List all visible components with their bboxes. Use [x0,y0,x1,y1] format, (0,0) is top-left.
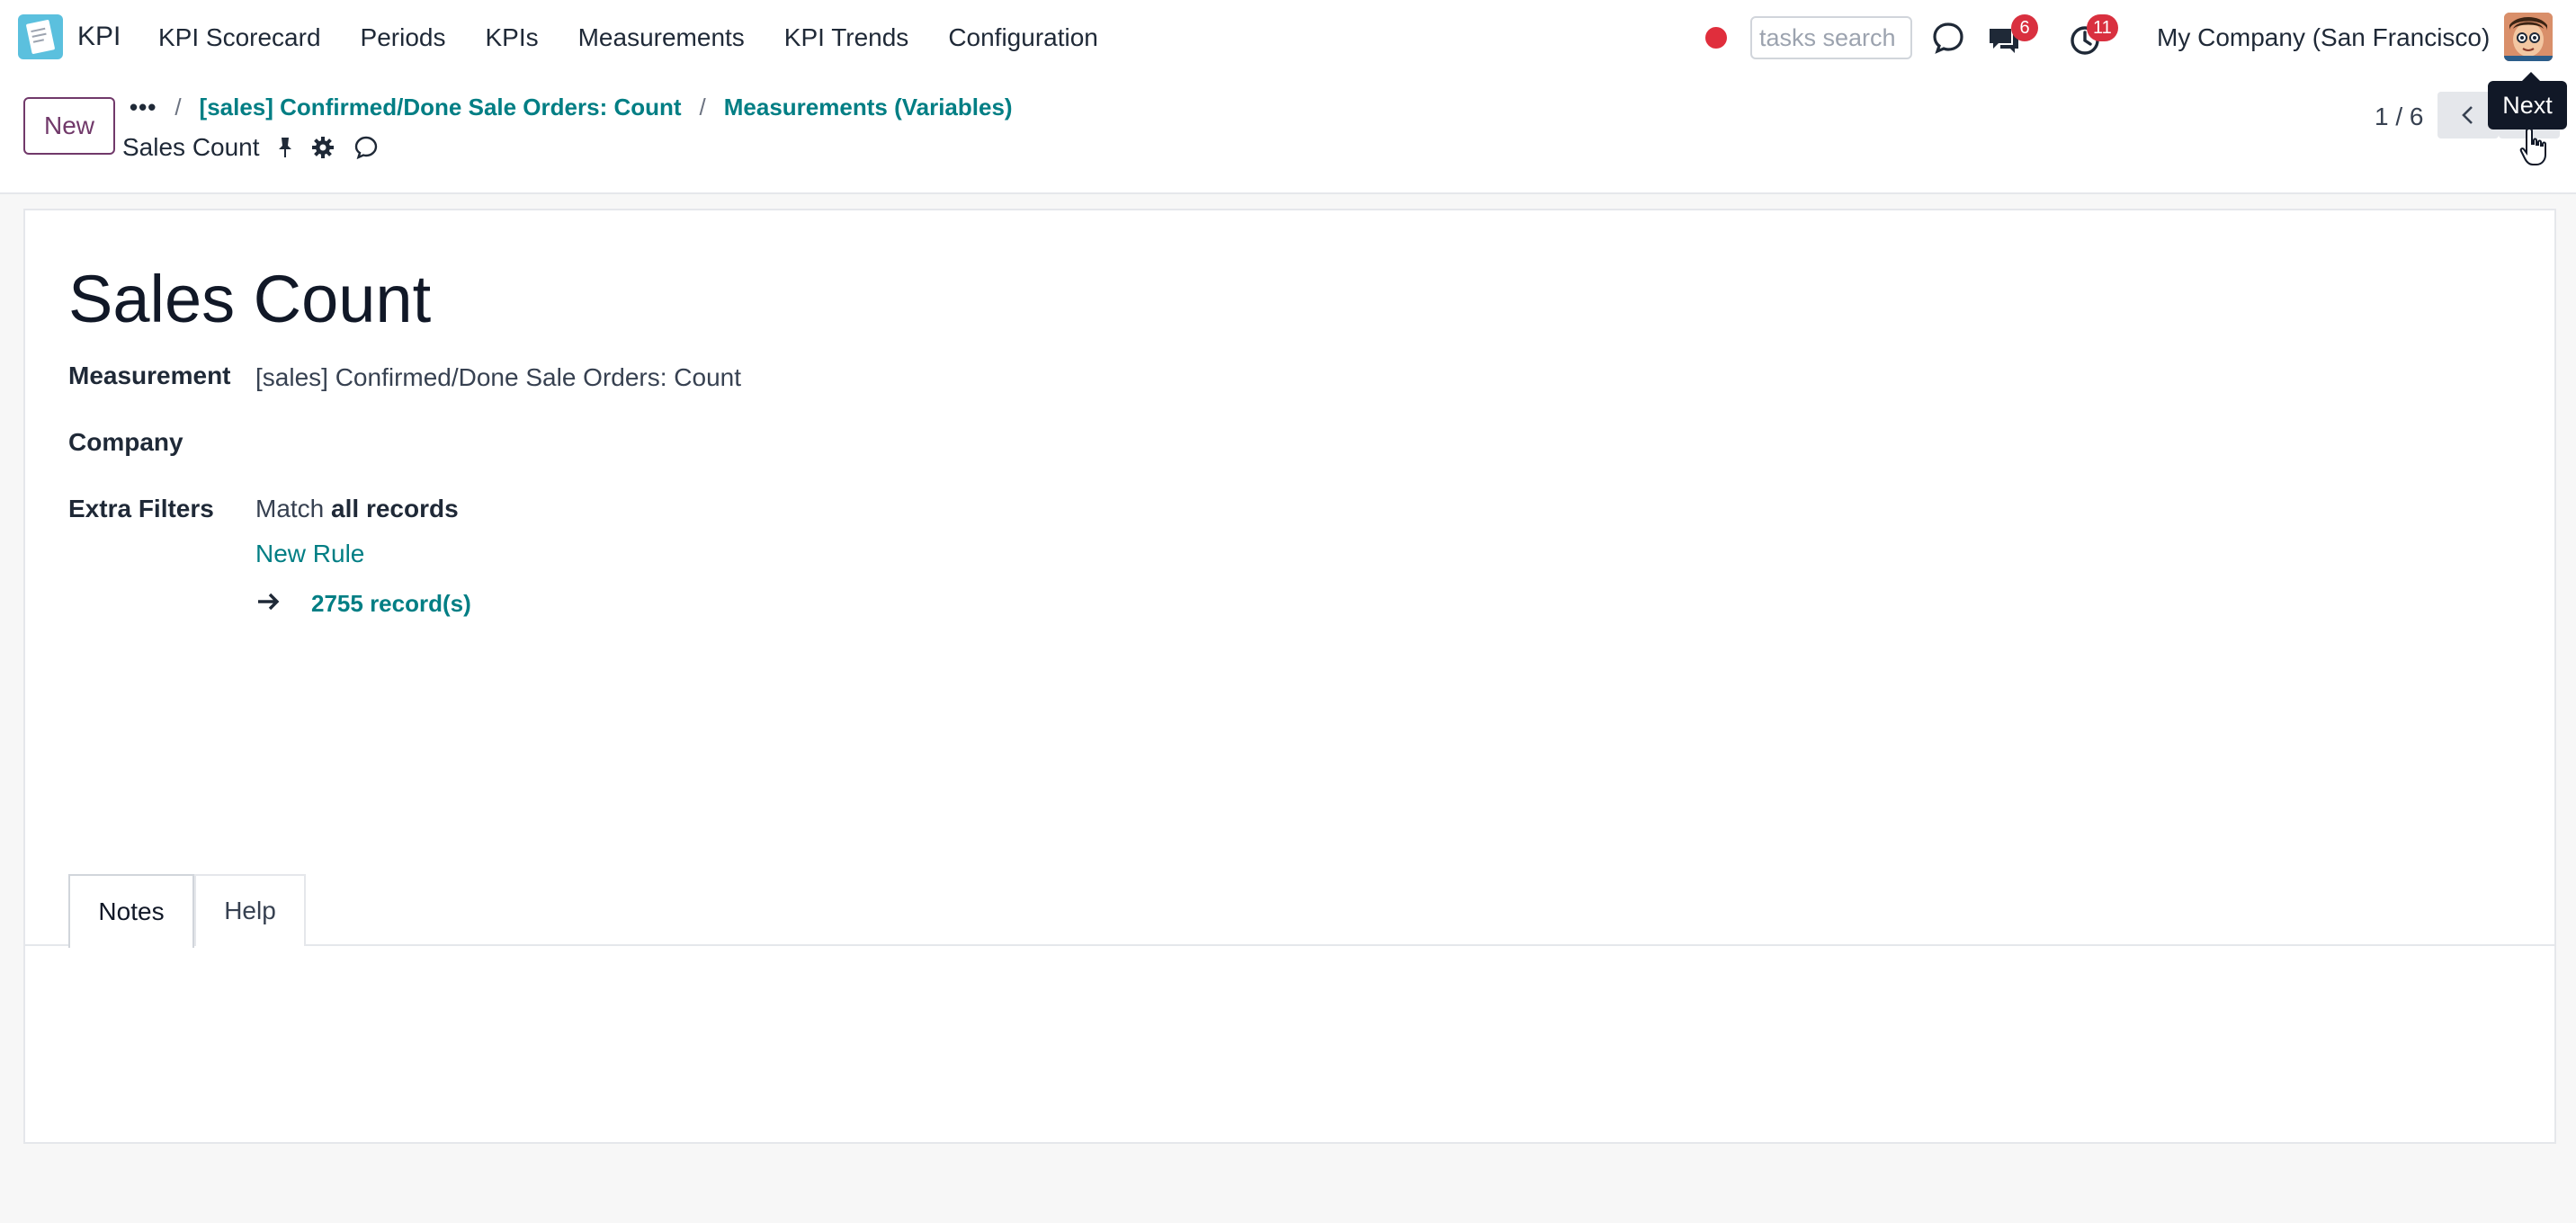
tab-help[interactable]: Help [194,874,306,946]
activities-badge: 11 [2087,14,2118,41]
extra-filters-label: Extra Filters [68,495,214,522]
tasks-search-input[interactable] [1750,16,1912,59]
app-name[interactable]: KPI [77,22,121,52]
breadcrumb-variables-link[interactable]: Measurements (Variables) [724,94,1013,121]
control-panel: New ••• / [sales] Confirmed/Done Sale Or… [0,77,2576,194]
menu-kpis[interactable]: KPIs [485,23,538,52]
messages-badge: 6 [2011,14,2038,41]
breadcrumb-more[interactable]: ••• [130,94,157,121]
measurement-field[interactable]: [sales] Confirmed/Done Sale Orders: Coun… [255,363,741,392]
chevron-left-icon [2462,106,2473,124]
breadcrumb-separator: / [174,94,182,121]
match-prefix: Match [255,495,325,522]
main-menu: KPI Scorecard Periods KPIs Measurements … [158,23,1098,52]
user-avatar[interactable] [2504,13,2553,61]
recording-indicator[interactable] [1705,27,1727,49]
gear-icon[interactable] [310,135,335,160]
tab-notes[interactable]: Notes [68,874,194,948]
company-switcher[interactable]: My Company (San Francisco) [2157,23,2490,52]
discuss-icon[interactable] [1930,20,1966,56]
top-navbar: KPI KPI Scorecard Periods KPIs Measureme… [0,0,2576,77]
measurement-label: Measurement [68,362,231,389]
menu-kpi-trends[interactable]: KPI Trends [784,23,909,52]
notebook-tabs: Notes Help [25,874,2554,948]
company-label: Company [68,428,183,456]
match-selector[interactable]: all records [331,495,459,522]
chatter-bubble-icon[interactable] [353,135,379,160]
breadcrumb-measurement-link[interactable]: [sales] Confirmed/Done Sale Orders: Coun… [200,94,682,121]
menu-periods[interactable]: Periods [361,23,446,52]
breadcrumb: ••• / [sales] Confirmed/Done Sale Orders… [130,94,1013,121]
pager-value[interactable]: 1 / 6 [2375,103,2423,131]
company-field[interactable] [255,428,795,459]
notes-tab-content[interactable] [25,948,2554,1142]
hand-cursor-icon [2519,127,2546,165]
pin-icon[interactable] [273,135,298,160]
new-button[interactable]: New [23,97,115,155]
menu-configuration[interactable]: Configuration [948,23,1098,52]
next-tooltip: Next [2488,72,2567,129]
record-title-row: Sales Count [122,133,379,162]
menu-measurements[interactable]: Measurements [578,23,745,52]
breadcrumb-current-record: Sales Count [122,133,260,161]
record-name-title[interactable]: Sales Count [68,261,431,337]
breadcrumb-separator: / [699,94,706,121]
kpi-app-icon[interactable] [16,13,65,61]
new-rule-link[interactable]: New Rule [255,540,364,568]
form-sheet: Sales Count Measurement [sales] Confirme… [23,209,2556,1144]
arrow-right-icon [258,593,280,611]
domain-match-text: Match all records [255,495,459,523]
menu-kpi-scorecard[interactable]: KPI Scorecard [158,23,321,52]
records-count-link[interactable]: 2755 record(s) [311,590,471,618]
